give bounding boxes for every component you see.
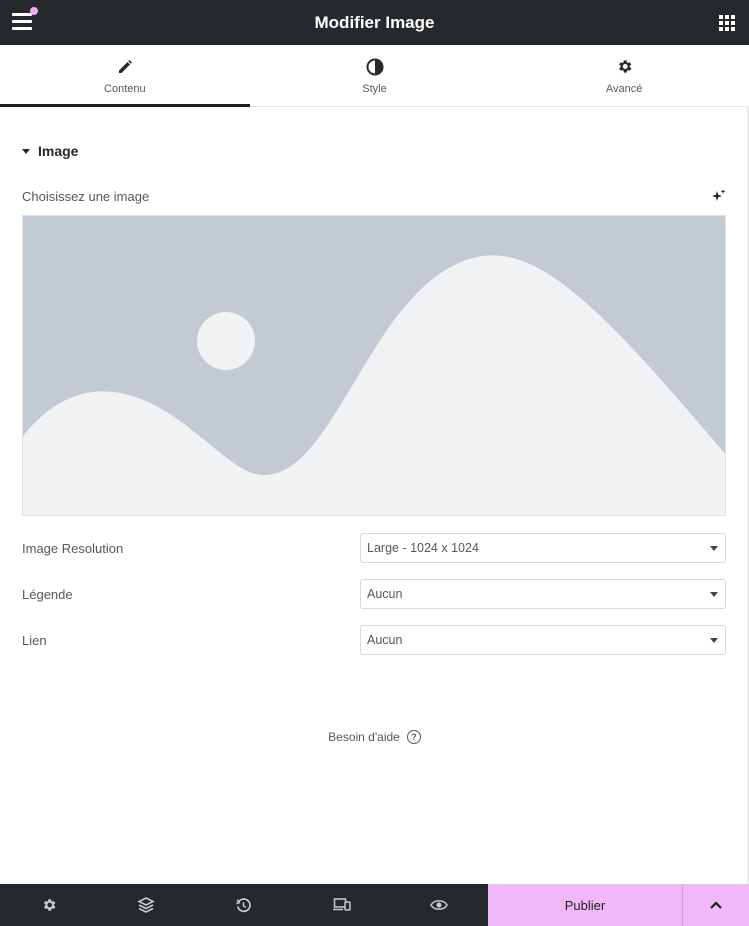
select-value: Aucun <box>367 633 403 647</box>
select-value: Aucun <box>367 587 403 601</box>
settings-button[interactable] <box>0 884 98 926</box>
field-label: Image Resolution <box>22 540 124 556</box>
notification-dot <box>30 7 38 15</box>
image-placeholder-icon <box>23 216 725 515</box>
panel-tabs: Contenu Style Avancé <box>0 45 749 107</box>
gear-icon <box>618 60 632 73</box>
field-label: Légende <box>22 586 73 602</box>
help-link[interactable]: Besoin d'aide ? <box>0 730 749 744</box>
hamburger-icon[interactable] <box>12 13 32 31</box>
tab-avance[interactable]: Avancé <box>499 45 749 106</box>
tab-style[interactable]: Style <box>250 45 500 106</box>
legende-select[interactable]: Aucun <box>360 579 726 609</box>
question-icon: ? <box>406 730 421 744</box>
publish-button[interactable]: Publier <box>487 884 682 926</box>
lien-select[interactable]: Aucun <box>360 625 726 655</box>
chevron-down-icon <box>710 592 718 597</box>
chevron-up-icon <box>710 901 722 909</box>
history-button[interactable] <box>195 884 293 926</box>
history-icon <box>236 897 252 912</box>
responsive-button[interactable] <box>293 884 391 926</box>
page-title: Modifier Image <box>314 12 435 32</box>
image-resolution-select[interactable]: Large - 1024 x 1024 <box>360 533 726 563</box>
field-legende: Légende Aucun <box>22 579 726 609</box>
layers-icon <box>137 897 156 913</box>
field-lien: Lien Aucun <box>22 625 726 655</box>
half-circle-icon <box>366 58 383 75</box>
gear-icon <box>43 899 56 911</box>
image-picker[interactable] <box>22 215 726 516</box>
tab-label: Contenu <box>104 82 146 95</box>
tab-label: Avancé <box>605 82 643 95</box>
field-image-resolution: Image Resolution Large - 1024 x 1024 <box>22 533 726 563</box>
publish-options-button[interactable] <box>681 884 749 926</box>
help-label: Besoin d'aide <box>328 730 400 744</box>
choose-image-label: Choisissez une image <box>22 189 150 204</box>
editor-header: Modifier Image <box>0 0 749 45</box>
select-value: Large - 1024 x 1024 <box>367 541 479 555</box>
tab-label: Style <box>362 82 387 95</box>
eye-icon <box>430 900 449 910</box>
tab-contenu[interactable]: Contenu <box>0 45 250 107</box>
responsive-icon <box>332 898 351 911</box>
navigator-button[interactable] <box>98 884 196 926</box>
sparkle-icon[interactable] <box>711 188 727 204</box>
preview-button[interactable] <box>390 884 488 926</box>
grid-icon[interactable] <box>719 15 735 31</box>
section-title: Image <box>38 143 79 159</box>
publish-label: Publier <box>564 897 606 913</box>
caret-down-icon <box>22 148 30 154</box>
pencil-icon <box>118 59 132 73</box>
chevron-down-icon <box>710 638 718 643</box>
chevron-down-icon <box>710 546 718 551</box>
editor-footer: Publier <box>0 884 749 926</box>
section-toggle-image[interactable]: Image <box>22 143 78 159</box>
field-label: Lien <box>22 632 47 648</box>
